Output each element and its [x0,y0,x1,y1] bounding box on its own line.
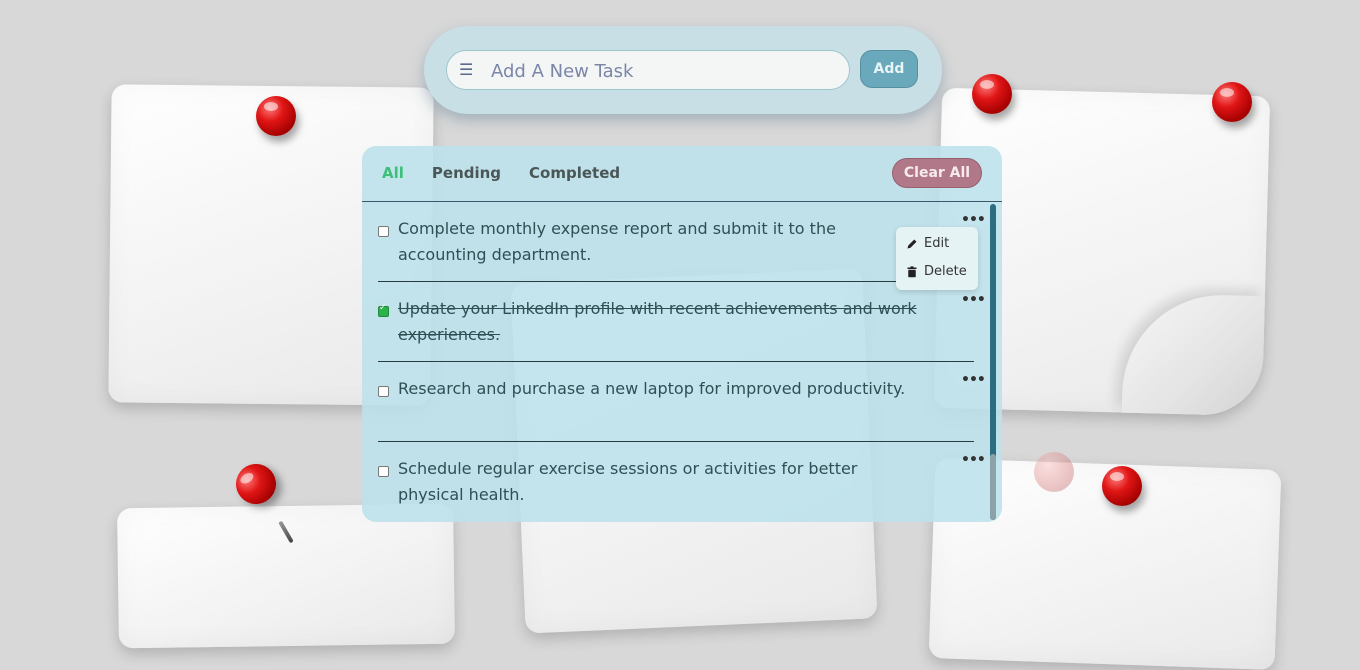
task-item: Research and purchase a new laptop for i… [378,362,986,442]
trash-icon [907,265,917,277]
pushpin-icon [1212,82,1252,122]
scrollbar[interactable] [990,204,996,520]
pushpin-icon [972,74,1012,114]
pushpin-icon [1102,466,1142,506]
task-text: Update your LinkedIn profile with recent… [398,299,917,344]
more-options-icon[interactable]: ••• [961,212,986,228]
scrollbar-track[interactable] [990,454,996,520]
task-checkbox[interactable] [378,226,389,237]
menu-icon: ☰ [459,60,474,79]
task-panel: All Pending Completed Clear All Complete… [362,146,1074,522]
task-list: Complete monthly expense report and subm… [378,202,986,522]
task-item: Schedule regular exercise sessions or ac… [378,442,986,522]
pushpin-icon [256,96,296,136]
task-checkbox[interactable] [378,386,389,397]
add-button[interactable]: Add [860,50,918,88]
clear-all-button[interactable]: Clear All [892,158,982,188]
pushpin-icon [228,456,284,512]
page-curl [1121,292,1265,417]
delete-menu-item[interactable]: Delete [906,264,967,279]
edit-label: Edit [924,236,950,251]
filter-tabs: All Pending Completed [382,164,620,182]
more-options-icon[interactable]: ••• [961,452,986,468]
task-item: Complete monthly expense report and subm… [378,202,986,282]
task-input-container: ☰ [446,50,850,90]
edit-menu-item[interactable]: Edit [906,236,949,251]
more-options-icon[interactable]: ••• [961,292,986,308]
tab-all[interactable]: All [382,164,404,182]
task-checkbox[interactable] [378,303,389,317]
background-note [117,503,455,649]
add-task-bar: ☰ Add [424,26,942,114]
task-item: Update your LinkedIn profile with recent… [378,282,986,362]
more-options-icon[interactable]: ••• [961,372,986,388]
task-text: Research and purchase a new laptop for i… [398,379,906,398]
task-context-menu: Edit Delete [896,227,978,290]
task-text: Complete monthly expense report and subm… [398,219,836,264]
pencil-icon [907,239,917,248]
tab-completed[interactable]: Completed [529,164,620,182]
task-text: Schedule regular exercise sessions or ac… [398,459,858,504]
pushpin-icon [1034,452,1074,492]
task-input[interactable] [489,56,843,86]
task-checkbox[interactable] [378,466,389,477]
delete-label: Delete [924,264,967,279]
tab-pending[interactable]: Pending [432,164,501,182]
